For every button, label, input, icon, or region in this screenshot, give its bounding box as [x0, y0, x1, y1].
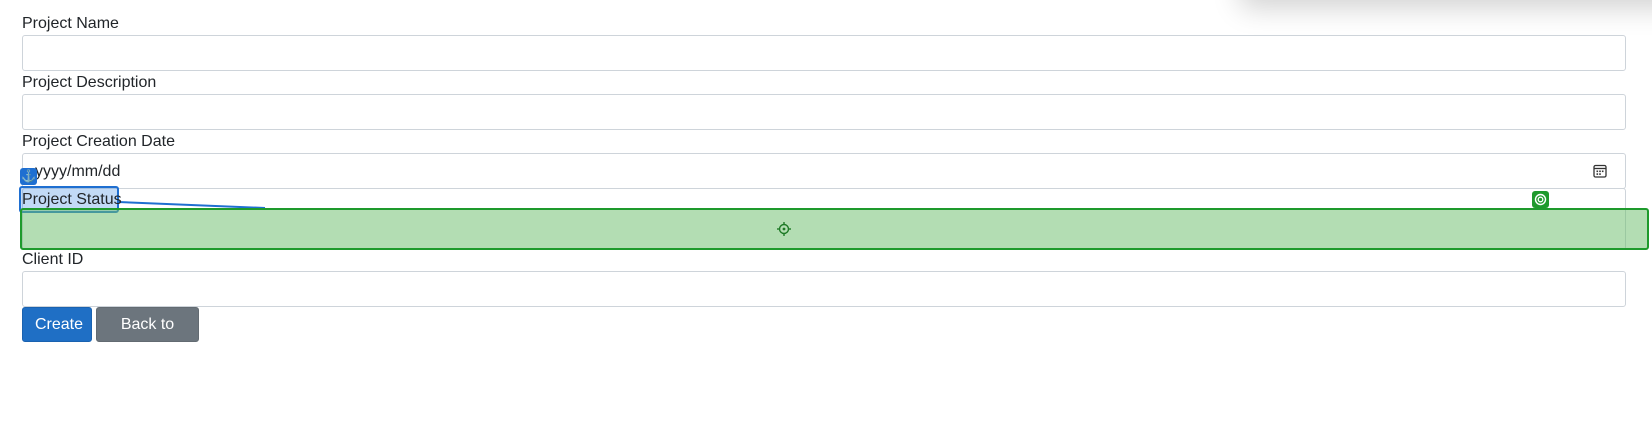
project-status-label: Project Status — [22, 191, 122, 208]
crosshair-icon — [777, 222, 791, 236]
anchor-icon: ⚓ — [20, 168, 37, 185]
create-project-page: Project Name Project Description Project… — [0, 0, 1652, 439]
target-highlight-box[interactable] — [20, 208, 1649, 250]
target-icon — [1532, 191, 1549, 208]
